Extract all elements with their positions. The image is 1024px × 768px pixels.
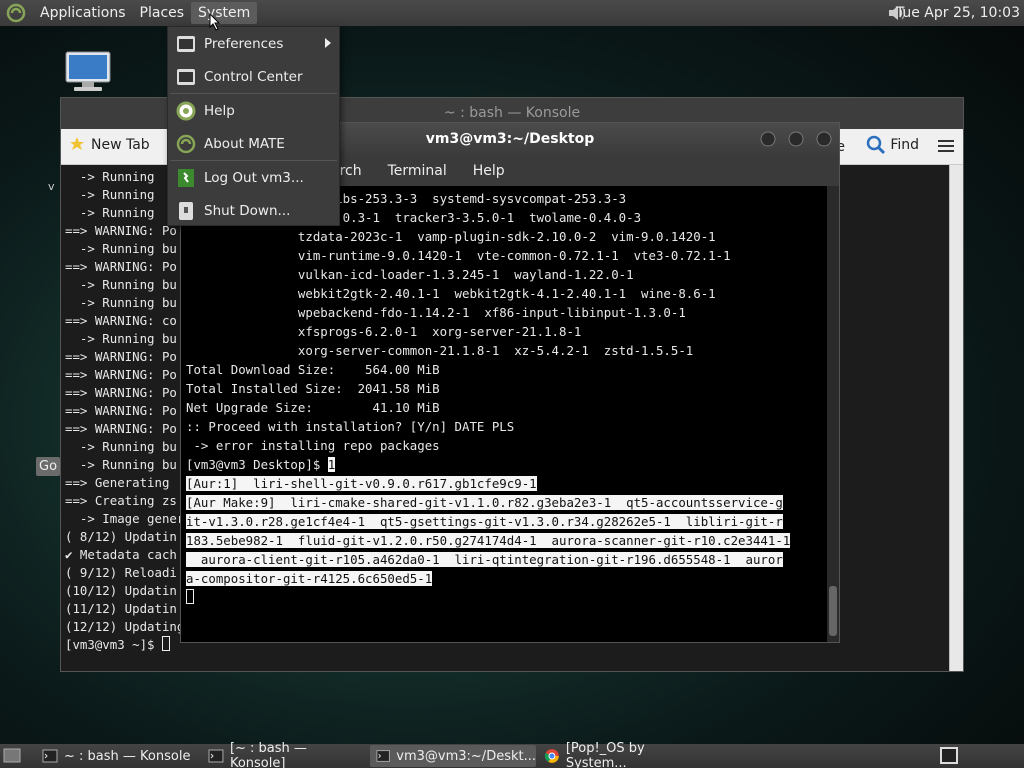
new-tab-button[interactable]: New Tab [67, 135, 150, 155]
terminal-line: [Aur Make:9] liri-cmake-shared-git-v1.1.… [186, 493, 826, 512]
terminal-icon [42, 749, 58, 763]
terminal-cursor [161, 636, 170, 651]
task-label: ~ : bash — Konsole [64, 748, 191, 764]
selected-terminal-text: [Aur Make:9] liri-cmake-shared-git-v1.1.… [186, 495, 783, 510]
terminal-cursor [186, 589, 194, 604]
terminal-line: aurora-client-git-r105.a462da0-1 liri-qt… [186, 550, 826, 569]
menu-item-label: Preferences [204, 35, 284, 52]
terminal-prompt-line: [vm3@vm3 Desktop]$ 1 [186, 455, 826, 474]
selected-terminal-text: it-v1.3.0.r28.ge1cf4e4-1 qt5-gsettings-g… [186, 514, 783, 529]
konsole-front-terminal-output[interactable]: emd-libs-253.3-3 systemd-sysvcompat-253.… [186, 189, 826, 644]
shutdown-icon [179, 201, 193, 220]
menu-item-label: Help [204, 102, 235, 119]
terminal-line: Total Installed Size: 2041.58 MiB [186, 381, 440, 396]
konsole-front-title: vm3@vm3:~/Desktop [425, 131, 595, 147]
computer-icon[interactable] [64, 48, 112, 96]
submenu-arrow-icon [325, 38, 331, 48]
terminal-line: tzdata-2023c-1 vamp-plugin-sdk-2.10.0-2 … [186, 229, 716, 244]
menu-item-log-out[interactable]: Log Out vm3... [168, 161, 339, 194]
task-label: vm3@vm3:~/Deskt... [396, 748, 536, 764]
chrome-icon [544, 749, 559, 763]
terminal-line: Total Download Size: 564.00 MiB [186, 362, 440, 377]
bottom-panel: ~ : bash — Konsole [~ : bash — Konsole] … [0, 741, 1024, 768]
terminal-line: it-v1.3.0.r28.ge1cf4e4-1 qt5-gsettings-g… [186, 512, 826, 531]
terminal-line: webkit2gtk-2.40.1-1 webkit2gtk-4.1-2.40.… [186, 286, 716, 301]
new-tab-label: New Tab [91, 137, 150, 153]
menu-item-control-center[interactable]: Control Center [168, 60, 339, 93]
terminal-line: [Aur:1] liri-shell-git-v0.9.0.r617.gb1cf… [186, 474, 826, 493]
taskbar-task-browser[interactable]: [Pop!_OS by System... [538, 741, 708, 768]
terminal-line: vulkan-icd-loader-1.3.245-1 wayland-1.22… [186, 267, 634, 282]
menu-item-help[interactable]: Help [168, 94, 339, 127]
menu-item-label: About MATE [204, 135, 285, 152]
terminal-line: vim-runtime-9.0.1420-1 vte-common-0.72.1… [186, 248, 731, 263]
task-label: [~ : bash — Konsole] [229, 741, 307, 768]
terminal-line [186, 588, 826, 607]
maximize-icon[interactable] [787, 130, 805, 148]
selected-terminal-text: a-compositor-git-r4125.6c650ed5-1 [186, 571, 433, 586]
about-mate-icon [176, 134, 196, 153]
menu-item-preferences[interactable]: Preferences [168, 27, 339, 60]
mate-logo-icon[interactable] [6, 3, 26, 23]
clock[interactable]: Tue Apr 25, 10:03 [896, 5, 1020, 21]
konsole-front-scrollbar[interactable] [827, 186, 839, 642]
scrollbar-thumb[interactable] [829, 586, 837, 636]
typed-input: 1 [327, 457, 336, 472]
menu-help[interactable]: Help [473, 163, 505, 179]
terminal-icon [376, 750, 390, 762]
terminal-line: :: Proceed with installation? [Y/n] DATE… [186, 419, 515, 434]
menu-item-label: Shut Down... [204, 202, 291, 219]
search-icon [867, 135, 886, 155]
top-panel: Applications Places System Tue Apr 25, 1… [0, 0, 1024, 26]
taskbar-task-konsole-2[interactable]: [~ : bash — Konsole] [202, 741, 366, 768]
selected-terminal-text: 183.5ebe982-1 fluid-git-v1.2.0.r50.g2741… [186, 533, 791, 548]
minimize-icon[interactable] [759, 130, 777, 148]
taskbar-task-konsole-desktop[interactable]: vm3@vm3:~/Deskt... [370, 745, 536, 767]
mouse-cursor-icon [209, 13, 221, 31]
menu-item-shut-down[interactable]: Shut Down... [168, 194, 339, 227]
preferences-icon [177, 35, 195, 52]
terminal-icon [208, 749, 224, 763]
konsole-back-scrollbar[interactable] [949, 165, 963, 671]
task-label: [Pop!_OS by System... [565, 741, 645, 768]
find-label: Find [890, 137, 919, 153]
help-icon [176, 101, 196, 120]
terminal-line: Net Upgrade Size: 41.10 MiB [186, 400, 440, 415]
control-center-icon [177, 68, 195, 85]
selected-terminal-text: [Aur:1] liri-shell-git-v0.9.0.r617.gb1cf… [186, 476, 537, 491]
menu-item-label: Control Center [204, 68, 303, 85]
new-tab-icon [70, 137, 84, 150]
places-menu[interactable]: Places [133, 2, 192, 24]
konsole-back-title: ~ : bash — Konsole [443, 105, 581, 121]
find-button[interactable]: Find [866, 135, 919, 155]
logout-icon [178, 168, 194, 187]
desktop-label-partial: v [48, 180, 55, 193]
taskbar-task-konsole-1[interactable]: ~ : bash — Konsole [36, 745, 200, 767]
close-icon[interactable] [815, 130, 833, 148]
terminal-line: -> error installing repo packages [186, 438, 440, 453]
terminal-line: wpebackend-fdo-1.14.2-1 xf86-input-libin… [186, 305, 686, 320]
terminal-prompt: [vm3@vm3 Desktop]$ [186, 457, 328, 472]
menu-item-label: Log Out vm3... [204, 169, 304, 186]
system-menu-button[interactable]: System [191, 2, 258, 24]
menu-item-about-mate[interactable]: About MATE [168, 127, 339, 160]
menu-terminal[interactable]: Terminal [388, 163, 447, 179]
system-menu: Preferences Control Center Help About MA… [167, 26, 340, 226]
terminal-line: xfsprogs-6.2.0-1 xorg-server-21.1.8-1 [186, 324, 582, 339]
terminal-line: 183.5ebe982-1 fluid-git-v1.2.0.r50.g2741… [186, 531, 826, 550]
applications-menu[interactable]: Applications [33, 2, 133, 24]
workspace-switcher[interactable] [940, 747, 958, 764]
hamburger-menu-icon[interactable] [937, 137, 955, 155]
selected-terminal-text: aurora-client-git-r105.a462da0-1 liri-qt… [186, 552, 783, 567]
terminal-line: a-compositor-git-r4125.6c650ed5-1 [186, 569, 826, 588]
terminal-line: xorg-server-common-21.1.8-1 xz-5.4.2-1 z… [186, 343, 694, 358]
show-desktop-icon[interactable] [3, 747, 21, 764]
desktop-label-go[interactable]: Go [36, 457, 61, 476]
